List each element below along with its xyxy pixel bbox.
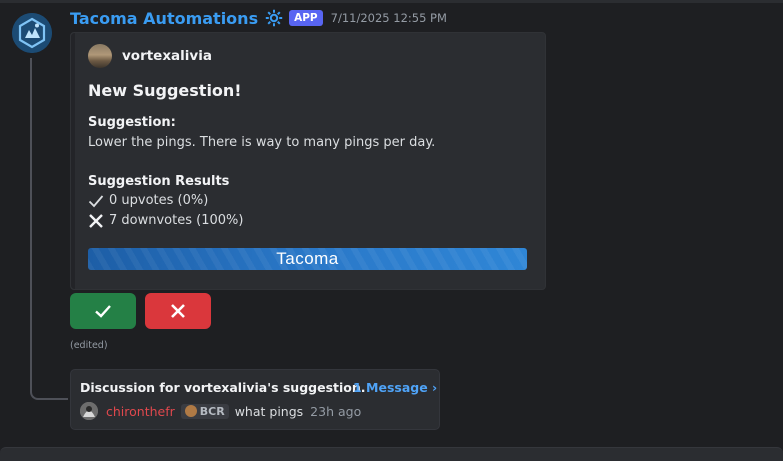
suggestion-embed: vortexalivia New Suggestion! Suggestion:… [70,32,546,290]
suggestion-label: Suggestion: [88,115,176,130]
thread-message-count[interactable]: 1 Message › [353,380,437,395]
reply-avatar[interactable] [80,402,98,420]
check-icon [88,194,104,207]
downvotes-text: 7 downvotes (100%) [109,213,244,228]
message-composer[interactable] [0,447,783,461]
thread-connector-end [40,398,68,400]
reply-time: 23h ago [310,403,362,419]
results-label: Suggestion Results [88,174,230,189]
tacoma-banner: Tacoma [88,248,527,270]
downvotes-row: 7 downvotes (100%) [88,213,243,228]
upvotes-text: 0 upvotes (0%) [109,193,209,208]
thread-title[interactable]: Discussion for vortexalivia's suggestion… [80,380,366,395]
user-avatar-icon [80,402,98,420]
embed-author: vortexalivia [88,44,212,68]
upvote-button[interactable] [70,293,136,329]
message-header: Tacoma Automations APP 7/11/2025 12:55 P… [70,6,447,30]
x-icon [89,213,103,228]
embed-author-avatar [88,44,112,68]
top-divider [0,0,783,3]
embed-title: New Suggestion! [88,81,242,100]
reply-author[interactable]: chironthefr [106,404,175,419]
reply-text: what pings [234,403,304,419]
downvote-button[interactable] [145,293,211,329]
app-badge: APP [289,10,323,26]
bot-avatar[interactable] [12,13,52,53]
thread-latest-message: chironthefr BCR what pings 23h ago [80,402,361,420]
gear-icon [264,8,284,28]
check-icon [95,305,111,318]
thread-card[interactable]: Discussion for vortexalivia's suggestion… [70,369,440,430]
close-icon [171,304,185,318]
thread-connector [30,58,40,400]
embed-accent-bar [71,33,75,289]
message-timestamp: 7/11/2025 12:55 PM [330,11,447,25]
suggestion-text: Lower the pings. There is way to many pi… [88,135,436,150]
banner-logo-text: Tacoma [276,249,339,268]
upvotes-row: 0 upvotes (0%) [88,193,208,208]
tacoma-logo-icon [12,13,52,53]
role-icon [184,405,197,417]
embed-author-name: vortexalivia [122,48,212,64]
edited-label: (edited) [70,340,108,351]
role-label: BCR [199,404,225,418]
role-badge: BCR [180,403,229,419]
author-name[interactable]: Tacoma Automations [70,9,258,28]
